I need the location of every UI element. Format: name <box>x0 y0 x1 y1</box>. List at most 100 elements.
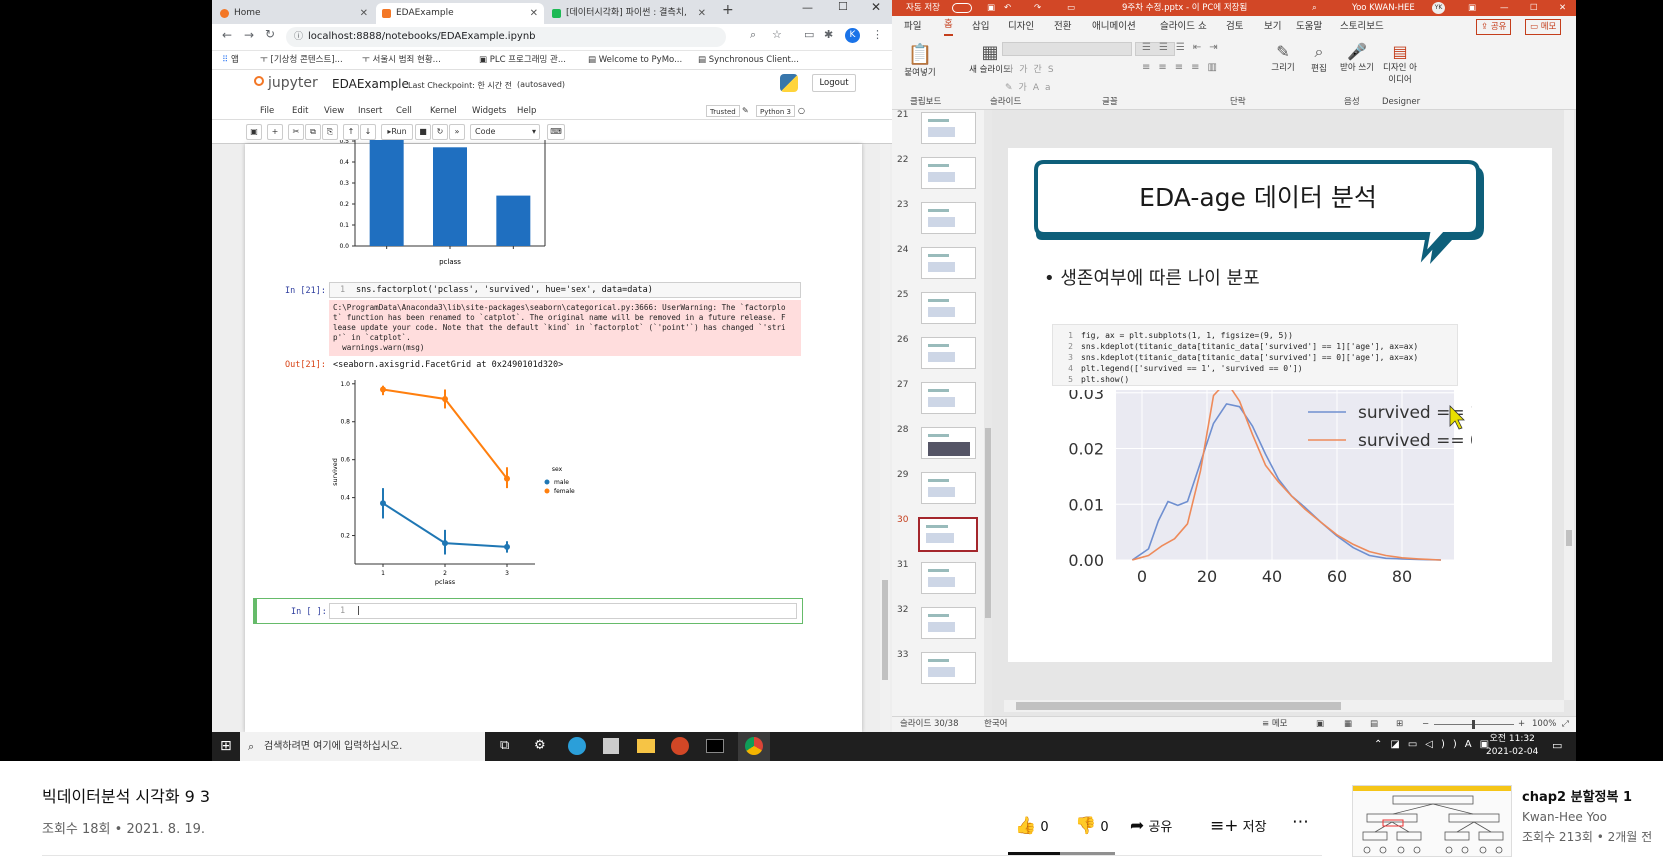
normal-view-icon[interactable]: ▣ <box>1316 717 1324 732</box>
notes-button[interactable]: ≡ 메모 <box>1262 717 1287 732</box>
dislike-button[interactable]: 👎 0 <box>1075 816 1109 836</box>
keyboard-icon[interactable]: ⌨ <box>547 124 565 140</box>
scrollbar-thumb[interactable] <box>882 580 888 680</box>
add-cell-icon[interactable]: + <box>267 124 283 140</box>
related-video-channel[interactable]: Kwan-Hee Yoo <box>1522 810 1607 824</box>
edit-button[interactable]: ⌕ 편집 <box>1304 42 1334 74</box>
tab-review[interactable]: 검토 <box>1226 16 1243 38</box>
slide-thumbnail[interactable] <box>921 607 976 639</box>
slide-bullet[interactable]: • 생존여부에 따른 나이 분포 <box>1044 264 1260 290</box>
save-icon[interactable]: ▣ <box>987 0 995 16</box>
zoom-in-icon[interactable]: + <box>1518 717 1525 732</box>
paste-button[interactable]: 📋 붙여넣기 <box>902 42 938 78</box>
like-button[interactable]: 👍 0 <box>1015 816 1049 836</box>
slide-thumbnail[interactable] <box>921 337 976 369</box>
slide-thumbnail[interactable] <box>918 517 978 552</box>
windows-start-icon[interactable]: ⊞ <box>220 738 232 754</box>
memo-button[interactable]: ▭ 메모 <box>1525 19 1562 35</box>
slide-thumbnail[interactable] <box>921 292 976 324</box>
terminal-icon[interactable] <box>706 739 724 753</box>
bookmark-1[interactable]: ㅜ [기상청 콘텐스트]... <box>260 51 343 70</box>
tab-insert[interactable]: 삽입 <box>972 16 989 38</box>
chrome-taskbar-item[interactable] <box>738 732 770 761</box>
scrollbar-thumb[interactable] <box>1016 702 1341 710</box>
logout-button[interactable]: Logout <box>812 74 856 92</box>
move-up-icon[interactable]: ↑ <box>343 124 359 140</box>
edit-pencil-icon[interactable]: ✎ <box>742 102 749 120</box>
design-ideas-button[interactable]: ▤ 디자인 아이디어 <box>1380 42 1420 85</box>
restart-run-icon[interactable]: » <box>449 124 465 140</box>
redo-icon[interactable]: ↷ <box>1034 0 1041 16</box>
dictate-button[interactable]: 🎤 받아 쓰기 <box>1340 42 1374 73</box>
taskbar-search[interactable]: ⌕ 검색하려면 여기에 입력하십시오. <box>240 732 485 761</box>
menu-view[interactable]: View <box>324 102 344 120</box>
scrollbar-thumb[interactable] <box>1566 530 1572 546</box>
user-avatar[interactable]: YK <box>1432 2 1445 14</box>
menu-kernel[interactable]: Kernel <box>430 102 457 120</box>
font-color-buttons[interactable]: ✎가Aa <box>1005 80 1057 93</box>
tab-slideshow[interactable]: 슬라이드 쇼 <box>1160 16 1207 38</box>
current-slide[interactable]: EDA-age 데이터 분석 • 생존여부에 따른 나이 분포 1 fig, ax… <box>1008 148 1552 662</box>
slide-thumbnail[interactable] <box>921 652 976 684</box>
slide-thumbnail-pane[interactable]: 21 22 23 24 25 26 27 28 29 30 31 32 33 <box>892 110 992 716</box>
align-buttons[interactable]: ≡≡≡≡▥ <box>1142 62 1225 73</box>
close-icon[interactable]: ✕ <box>698 3 706 24</box>
bookmark-2[interactable]: ㅜ 서울시 범죄 현황... <box>362 51 441 70</box>
menu-help[interactable]: Help <box>517 102 536 120</box>
new-tab-button[interactable]: + <box>722 2 734 18</box>
zoom-slider-thumb[interactable] <box>1472 720 1475 729</box>
reading-view-icon[interactable]: ▤ <box>1370 717 1378 732</box>
kernel-indicator[interactable]: Python 3 <box>756 105 795 117</box>
store-icon[interactable] <box>603 738 619 754</box>
slide-title[interactable]: EDA-age 데이터 분석 <box>1068 178 1448 214</box>
forward-icon[interactable]: → <box>244 28 254 42</box>
minimize-button[interactable]: — <box>802 1 813 14</box>
run-button[interactable]: ▸Run <box>381 124 413 140</box>
slideshow-icon[interactable]: ⊞ <box>1396 717 1403 732</box>
share-button[interactable]: ➦ 공유 <box>1130 816 1172 836</box>
slide-vertical-scrollbar[interactable] <box>1564 110 1574 700</box>
menu-cell[interactable]: Cell <box>396 102 412 120</box>
tab-data-viz[interactable]: [데이터시각화] 파이썬 : 결측치, ✕ <box>546 3 712 24</box>
paste-icon[interactable]: ⎘ <box>322 124 338 140</box>
autosave-toggle[interactable] <box>952 3 972 13</box>
more-actions-icon[interactable]: ⋯ <box>1292 812 1309 832</box>
related-video-thumbnail[interactable] <box>1352 785 1512 857</box>
minimize-button[interactable]: — <box>1500 0 1509 16</box>
slide-thumbnail[interactable] <box>921 247 976 279</box>
bookmark-4[interactable]: ▤ Welcome to PyMo... <box>588 51 682 70</box>
close-icon[interactable]: ✕ <box>360 3 368 24</box>
slide-thumbnail[interactable] <box>921 112 976 144</box>
list-buttons[interactable]: ☰☰☰⇤⇥ <box>1142 42 1226 53</box>
font-name-select[interactable] <box>1002 42 1132 56</box>
slide-sorter-icon[interactable]: ▦ <box>1344 717 1352 732</box>
restart-icon[interactable]: ↻ <box>432 124 448 140</box>
system-tray-icons[interactable]: ⌃◪▭◁))A▣ <box>1374 739 1497 750</box>
empty-cell-input[interactable]: 1 | <box>329 603 797 619</box>
settings-icon[interactable]: ⚙ <box>534 738 546 753</box>
close-icon[interactable]: ✕ <box>530 3 538 24</box>
bookmark-apps[interactable]: ⠿ 앱 <box>222 51 239 70</box>
tab-animations[interactable]: 애니메이션 <box>1092 16 1136 38</box>
profile-avatar[interactable]: K <box>845 28 860 43</box>
extensions-icon[interactable]: ✱ <box>824 28 833 41</box>
powerpoint-icon[interactable] <box>671 737 689 755</box>
slide-thumbnail[interactable] <box>921 427 976 459</box>
maximize-button[interactable]: ☐ <box>838 0 848 13</box>
slide-thumbnail[interactable] <box>921 382 976 414</box>
menu-edit[interactable]: Edit <box>292 102 308 120</box>
back-icon[interactable]: ← <box>222 28 232 42</box>
stop-icon[interactable]: ■ <box>415 124 431 140</box>
jupyter-logo-text[interactable]: jupyter <box>268 75 318 91</box>
file-explorer-icon[interactable] <box>637 739 655 753</box>
move-down-icon[interactable]: ↓ <box>360 124 376 140</box>
fit-slide-icon[interactable]: ⤢ <box>1562 717 1569 732</box>
menu-widgets[interactable]: Widgets <box>472 102 506 120</box>
reload-icon[interactable]: ↻ <box>265 27 275 41</box>
notifications-icon[interactable]: ▭ <box>1552 739 1562 752</box>
tab-help[interactable]: 도움말 <box>1296 16 1322 38</box>
share-button[interactable]: ⇪ 공유 <box>1476 19 1512 35</box>
maximize-button[interactable]: ☐ <box>1530 0 1538 16</box>
slide-thumbnail[interactable] <box>921 157 976 189</box>
save-icon[interactable]: ▣ <box>246 124 262 140</box>
